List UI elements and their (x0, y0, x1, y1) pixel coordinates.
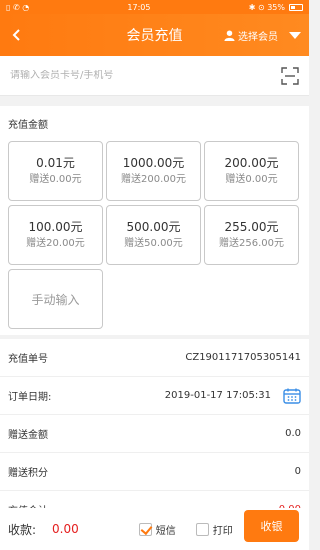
calendar-icon[interactable] (283, 388, 301, 404)
status-bar: ▯ ✆ ◔ 17:05 ✱ ⊙ 35% (0, 0, 309, 14)
sms-label: 短信 (155, 525, 176, 537)
amount-value: 200.00元 (224, 156, 279, 170)
collect-label: 收款: (8, 522, 37, 537)
amount-option[interactable]: 100.00元 赠送20.00元 (8, 205, 103, 265)
amount-value: 255.00元 (224, 220, 279, 234)
amount-bonus: 赠送0.00元 (29, 174, 82, 185)
amount-option[interactable]: 0.01元 赠送0.00元 (8, 141, 103, 201)
amount-option[interactable]: 500.00元 赠送50.00元 (106, 205, 201, 265)
order-date-value-wrap: 2019-01-17 17:05:31 (165, 388, 301, 404)
status-indicators: ✱ ⊙ 35% (248, 2, 285, 12)
status-left: ▯ ✆ ◔ (6, 3, 29, 12)
manual-input-button[interactable]: 手动输入 (8, 269, 103, 329)
order-date-value: 2019-01-17 17:05:31 (164, 390, 271, 401)
recharge-amount-section: 充值金额 0.01元 赠送0.00元 1000.00元 赠送200.00元 20… (0, 106, 309, 335)
member-search-input[interactable] (10, 70, 281, 81)
select-member-label: 选择会员 (238, 31, 278, 43)
status-time: 17:05 (127, 2, 151, 12)
gift-amount-value: 0.0 (285, 428, 301, 439)
gift-amount-row: 赠送金额 0.0 (0, 415, 309, 453)
amount-option[interactable]: 1000.00元 赠送200.00元 (106, 141, 201, 201)
section-title: 充值金额 (8, 120, 48, 131)
chevron-left-icon (12, 29, 20, 41)
gift-points-label: 赠送积分 (8, 468, 48, 479)
checkbox-icon (195, 522, 209, 536)
print-label: 打印 (212, 525, 233, 537)
member-search-bar (0, 56, 309, 96)
amount-bonus: 赠送20.00元 (26, 238, 85, 249)
gift-amount-label: 赠送金额 (8, 430, 48, 441)
charge-button[interactable]: 收银 (244, 510, 299, 542)
amount-value: 100.00元 (28, 220, 83, 234)
user-icon (224, 29, 235, 41)
amount-bonus: 赠送0.00元 (225, 174, 278, 185)
sms-checkbox[interactable]: 短信 (138, 522, 176, 537)
member-recharge-screen: ▯ ✆ ◔ 17:05 ✱ ⊙ 35% 会员充值 选择会员 请输入会员卡号/手机… (0, 0, 309, 550)
back-button[interactable] (0, 14, 34, 56)
amount-value: 0.01元 (36, 156, 75, 170)
amount-grid: 0.01元 赠送0.00元 1000.00元 赠送200.00元 200.00元… (8, 141, 301, 265)
amount-option[interactable]: 200.00元 赠送0.00元 (204, 141, 299, 201)
gift-points-value: 0 (294, 466, 301, 477)
amount-value: 1000.00元 (122, 156, 185, 170)
order-number-value: CZ1901171705305141 (185, 352, 301, 363)
collect-value: 0.00 (52, 522, 79, 536)
amount-bonus: 赠送200.00元 (121, 174, 186, 185)
order-date-label: 订单日期: (8, 392, 52, 403)
amount-option[interactable]: 255.00元 赠送256.00元 (204, 205, 299, 265)
select-member-button[interactable]: 选择会员 (224, 28, 309, 43)
amount-bonus: 赠送256.00元 (219, 238, 284, 249)
order-number-row: 充值单号 CZ1901171705305141 (0, 339, 309, 377)
print-checkbox[interactable]: 打印 (195, 522, 233, 537)
amount-bonus: 赠送50.00元 (124, 238, 183, 249)
gift-points-row: 赠送积分 0 (0, 453, 309, 491)
amount-value: 500.00元 (126, 220, 181, 234)
battery-icon (288, 3, 303, 11)
scan-icon[interactable] (281, 66, 299, 85)
app-bar: 会员充值 选择会员 (0, 14, 309, 56)
checkbox-checked-icon (138, 522, 152, 536)
order-details: 充值单号 CZ1901171705305141 订单日期: 2019-01-17… (0, 339, 309, 529)
order-date-row: 订单日期: 2019-01-17 17:05:31 (0, 377, 309, 415)
order-number-label: 充值单号 (8, 354, 48, 365)
status-right: ✱ ⊙ 35% (249, 3, 303, 12)
status-icons: ▯ ✆ ◔ (6, 2, 30, 12)
caret-down-icon (289, 31, 301, 39)
